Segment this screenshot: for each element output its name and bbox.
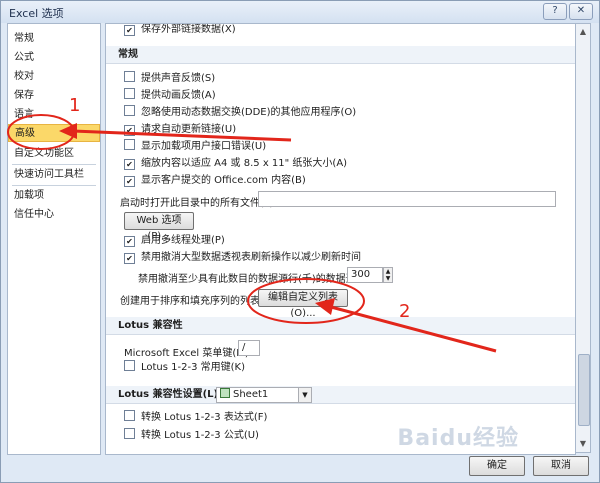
checkbox-checked[interactable]: ✔ <box>124 176 135 187</box>
web-options-button[interactable]: Web 选项(P)... <box>124 212 194 242</box>
checkbox[interactable] <box>124 105 135 116</box>
vertical-scrollbar[interactable]: ▲ ▼ <box>575 23 591 453</box>
option-lotus-navigation[interactable]: Lotus 1-2-3 常用键(K) <box>124 360 245 375</box>
option-save-external-links[interactable]: ✔ 保存外部链接数据(X) <box>124 24 236 37</box>
option-animation-feedback[interactable]: 提供动画反馈(A) <box>124 88 216 103</box>
scroll-up-icon[interactable]: ▲ <box>578 27 588 37</box>
option-ignore-dde[interactable]: 忽略使用动态数据交换(DDE)的其他应用程序(O) <box>124 105 356 120</box>
checkbox[interactable] <box>124 360 135 371</box>
checkbox[interactable] <box>124 410 135 421</box>
option-update-links[interactable]: ✔ 请求自动更新链接(U) <box>124 122 236 137</box>
annotation-number-1: 1 <box>69 95 81 116</box>
help-button[interactable]: ? <box>543 3 567 20</box>
menu-key-label: Microsoft Excel 菜单键(M): <box>124 348 253 359</box>
ok-button[interactable]: 确定 <box>469 456 525 476</box>
option-sound-feedback[interactable]: 提供声音反馈(S) <box>124 71 215 86</box>
scroll-thumb[interactable] <box>578 354 590 426</box>
sidebar-item-advanced[interactable]: 高级 <box>8 124 100 142</box>
sidebar-item-customize-ribbon[interactable]: 自定义功能区 <box>8 145 100 163</box>
checkbox[interactable] <box>124 428 135 439</box>
edit-custom-lists-button[interactable]: 编辑自定义列表(O)... <box>258 289 348 319</box>
excel-options-dialog: Excel 选项 ? ✕ 常规 公式 校对 保存 语言 高级 自定义功能区 快速… <box>0 0 600 483</box>
checkbox-checked[interactable]: ✔ <box>124 236 135 247</box>
startup-folder-input[interactable] <box>258 191 556 207</box>
annotation-number-2: 2 <box>399 301 411 322</box>
checkbox-checked[interactable]: ✔ <box>124 253 135 264</box>
section-header-lotus-settings: Lotus 兼容性设置(L): <box>106 386 575 404</box>
sidebar-item-language[interactable]: 语言 <box>8 106 100 124</box>
sidebar-item-quick-access[interactable]: 快速访问工具栏 <box>8 166 100 184</box>
sidebar-item-trust-center[interactable]: 信任中心 <box>8 206 100 224</box>
option-addin-errors[interactable]: 显示加载项用户接口错误(U) <box>124 139 266 154</box>
close-button[interactable]: ✕ <box>569 3 593 20</box>
sidebar-item-general[interactable]: 常规 <box>8 30 100 48</box>
sidebar-item-formulas[interactable]: 公式 <box>8 49 100 67</box>
sidebar: 常规 公式 校对 保存 语言 高级 自定义功能区 快速访问工具栏 加载项 信任中… <box>7 23 101 455</box>
section-header-general: 常规 <box>106 46 575 64</box>
pivot-rows-label: 禁用撤消至少具有此数目的数据源行(千)的数据透视表: <box>138 274 380 285</box>
option-pivot-undo[interactable]: ✔ 禁用撤消大型数据透视表刷新操作以减少刷新时间 <box>124 250 361 265</box>
sidebar-divider <box>12 185 96 186</box>
checkbox-checked[interactable]: ✔ <box>124 159 135 170</box>
option-office-content[interactable]: ✔ 显示客户提交的 Office.com 内容(B) <box>124 173 306 188</box>
section-header-lotus: Lotus 兼容性 <box>106 317 575 335</box>
sidebar-divider <box>12 164 96 165</box>
startup-folder-label: 启动时打开此目录中的所有文件(L): <box>120 198 277 209</box>
pivot-rows-input[interactable]: 300 <box>347 267 383 283</box>
option-scale-a4[interactable]: ✔ 缩放内容以适应 A4 或 8.5 x 11" 纸张大小(A) <box>124 156 347 171</box>
advanced-options-panel: ✔ 保存外部链接数据(X) 常规 提供声音反馈(S) 提供动画反馈(A) 忽略使用… <box>105 23 576 455</box>
sidebar-item-save[interactable]: 保存 <box>8 87 100 105</box>
chevron-down-icon[interactable]: ▼ <box>298 388 311 402</box>
checkbox[interactable] <box>124 139 135 150</box>
checkbox-checked[interactable]: ✔ <box>124 125 135 136</box>
sheet-icon <box>220 388 230 398</box>
checkbox-checked[interactable]: ✔ <box>124 25 135 36</box>
pivot-rows-spinner[interactable]: ▲ ▼ <box>383 267 393 283</box>
option-multithread[interactable]: ✔ 启用多线程处理(P) <box>124 233 225 248</box>
watermark: Baidu经验 <box>397 426 519 451</box>
checkbox[interactable] <box>124 88 135 99</box>
sidebar-item-addins[interactable]: 加载项 <box>8 187 100 205</box>
cancel-button[interactable]: 取消 <box>533 456 589 476</box>
sidebar-item-proofing[interactable]: 校对 <box>8 68 100 86</box>
custom-list-label: 创建用于排序和填充序列的列表: <box>120 296 264 307</box>
checkbox[interactable] <box>124 71 135 82</box>
option-lotus-formula-eval[interactable]: 转换 Lotus 1-2-3 表达式(F) <box>124 410 267 425</box>
lotus-sheet-select[interactable]: Sheet1 ▼ <box>216 387 312 403</box>
option-lotus-formula-entry[interactable]: 转换 Lotus 1-2-3 公式(U) <box>124 428 259 443</box>
window-title: Excel 选项 <box>9 7 64 20</box>
scroll-down-icon[interactable]: ▼ <box>578 439 588 449</box>
title-bar: Excel 选项 ? ✕ <box>1 1 599 23</box>
menu-key-input[interactable]: / <box>238 340 260 356</box>
